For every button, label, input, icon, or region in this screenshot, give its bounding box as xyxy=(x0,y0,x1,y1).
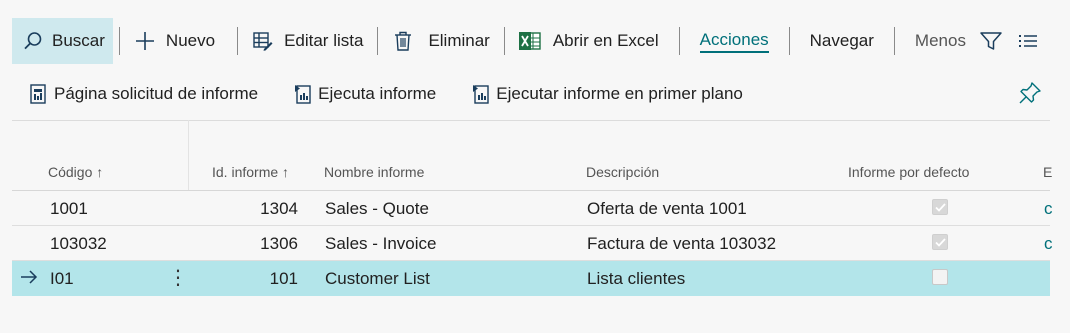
cell-report-name: Customer List xyxy=(325,269,430,288)
edit-list-label: Editar lista xyxy=(284,31,364,50)
checkmark-icon xyxy=(935,238,946,247)
edit-list-icon xyxy=(252,30,274,52)
report-icon xyxy=(30,84,48,104)
sort-ascending-icon: ↑ xyxy=(282,164,290,180)
cell-description[interactable]: Factura de venta 103032 xyxy=(587,234,776,254)
navigate-label: Navegar xyxy=(809,31,874,50)
open-in-excel-label: Abrir en Excel xyxy=(552,31,659,50)
report-request-page-button[interactable]: Página solicitud de informe xyxy=(30,84,258,104)
cell-report-name: Sales - Invoice xyxy=(325,234,437,253)
cell-code[interactable]: 103032 xyxy=(50,234,107,254)
header-default-report[interactable]: Informe por defecto xyxy=(848,164,969,180)
pin-action-bar-button[interactable] xyxy=(1018,81,1042,105)
list-view-button[interactable] xyxy=(1008,18,1044,64)
default-report-checkbox[interactable] xyxy=(932,234,948,250)
header-code[interactable]: Código ↑ xyxy=(48,164,103,180)
header-report-name[interactable]: Nombre informe xyxy=(324,164,424,180)
header-description[interactable]: Descripción xyxy=(586,164,659,180)
separator xyxy=(788,27,790,55)
actions-label: Acciones xyxy=(699,30,769,53)
delete-button[interactable]: Eliminar xyxy=(384,18,497,64)
default-report-checkbox[interactable] xyxy=(932,199,948,215)
search-button[interactable]: Buscar xyxy=(12,18,113,64)
report-request-page-label: Página solicitud de informe xyxy=(54,84,259,103)
action-bar-row: Buscar Nuevo Editar lista Eliminar Abrir… xyxy=(12,18,1044,64)
actions-menu-button[interactable]: Acciones xyxy=(686,18,783,64)
separator xyxy=(118,27,120,55)
table-row[interactable]: 1001 1304 Sales - Quote Oferta de venta … xyxy=(12,191,1053,226)
show-less-button[interactable]: Menos xyxy=(901,18,974,64)
cell-e-truncated[interactable]: c xyxy=(1044,199,1053,219)
pin-icon xyxy=(1018,81,1042,105)
separator xyxy=(237,27,239,55)
search-icon xyxy=(22,30,44,52)
open-in-excel-button[interactable]: Abrir en Excel xyxy=(511,18,667,64)
plus-icon xyxy=(134,30,156,52)
current-row-arrow-icon xyxy=(20,267,38,292)
header-e-truncated[interactable]: E xyxy=(1043,164,1052,180)
run-report-foreground-icon xyxy=(472,84,490,104)
list-view-icon xyxy=(1018,33,1038,49)
run-report-foreground-button[interactable]: Ejecutar informe en primer plano xyxy=(472,84,743,104)
filter-button[interactable] xyxy=(974,18,1008,64)
trash-icon xyxy=(392,30,414,52)
default-report-checkbox[interactable] xyxy=(932,269,948,285)
header-report-id[interactable]: Id. informe ↑ xyxy=(212,164,289,180)
table-row-selected[interactable]: I01 ⋮ 101 Customer List Lista clientes xyxy=(12,261,1050,296)
cell-description[interactable]: Oferta de venta 1001 xyxy=(587,199,747,219)
less-label: Menos xyxy=(914,31,966,50)
cell-report-name: Sales - Quote xyxy=(325,199,429,218)
header-code-label: Código xyxy=(48,164,93,180)
header-report-id-label: Id. informe xyxy=(212,164,279,180)
table-row[interactable]: 103032 1306 Sales - Invoice Factura de v… xyxy=(12,226,1053,261)
cell-e-truncated[interactable]: c xyxy=(1044,234,1053,254)
navigate-menu-button[interactable]: Navegar xyxy=(796,18,888,64)
divider xyxy=(12,120,1050,121)
edit-list-button[interactable]: Editar lista xyxy=(244,18,371,64)
cell-code[interactable]: 1001 xyxy=(50,199,88,219)
cell-report-id[interactable]: 1304 xyxy=(228,199,298,219)
action-bar: Buscar Nuevo Editar lista Eliminar Abrir… xyxy=(0,0,1070,82)
separator xyxy=(377,27,379,55)
delete-label: Eliminar xyxy=(428,31,490,50)
report-actions-row: Página solicitud de informe Ejecuta info… xyxy=(30,80,779,108)
run-report-button[interactable]: Ejecuta informe xyxy=(294,84,436,104)
sort-ascending-icon: ↑ xyxy=(96,164,104,180)
search-label: Buscar xyxy=(52,31,105,50)
new-button[interactable]: Nuevo xyxy=(126,18,223,64)
separator xyxy=(503,27,505,55)
checkmark-icon xyxy=(935,203,946,212)
cell-report-id[interactable]: 101 xyxy=(228,269,298,289)
run-report-label: Ejecuta informe xyxy=(318,84,437,103)
table-header: Código ↑ Id. informe ↑ Nombre informe De… xyxy=(12,150,1052,191)
separator xyxy=(893,27,895,55)
new-label: Nuevo xyxy=(165,31,216,50)
run-report-foreground-label: Ejecutar informe en primer plano xyxy=(496,84,743,103)
cell-description[interactable]: Lista clientes xyxy=(587,269,685,289)
cell-code[interactable]: I01 xyxy=(50,269,74,289)
report-selection-table: Código ↑ Id. informe ↑ Nombre informe De… xyxy=(12,150,1053,296)
run-report-icon xyxy=(294,84,312,104)
row-more-options-icon[interactable]: ⋮ xyxy=(168,265,188,290)
filter-icon xyxy=(980,31,1002,51)
cell-report-id[interactable]: 1306 xyxy=(228,234,298,254)
separator xyxy=(678,27,680,55)
excel-icon xyxy=(518,30,541,52)
